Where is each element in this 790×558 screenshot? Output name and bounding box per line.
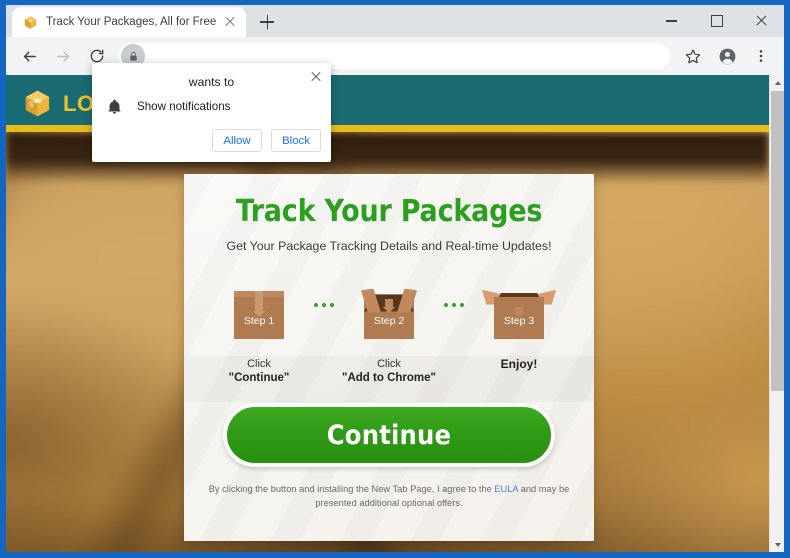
permission-request-label: Show notifications bbox=[137, 100, 231, 113]
steps-row: Step 1 Click "Continue" Step 2 Click "Ad… bbox=[184, 277, 594, 386]
browser-window-inner: Track Your Packages, All for Free Track … bbox=[6, 5, 784, 552]
step-caption-line2: "Add to Chrome" bbox=[342, 371, 436, 384]
page-subtitle: Get Your Package Tracking Details and Re… bbox=[226, 238, 552, 253]
step-item-2: Step 2 Click "Add to Chrome" bbox=[341, 277, 437, 386]
open-box-icon: Step 3 bbox=[482, 277, 556, 339]
tab-strip: Track Your Packages, All for Free bbox=[6, 5, 784, 37]
step-caption-2: Click "Add to Chrome" bbox=[342, 357, 436, 386]
dot bbox=[330, 302, 334, 307]
step-caption-line2: "Continue" bbox=[228, 371, 290, 384]
step-item-1: Step 1 Click "Continue" bbox=[211, 277, 307, 386]
step-badge: Step 3 bbox=[503, 314, 535, 327]
block-button[interactable]: Block bbox=[271, 129, 321, 152]
step-item-3: Step 3 Enjoy! bbox=[471, 277, 567, 372]
disclaimer-before: By clicking the button and installing th… bbox=[208, 484, 495, 495]
page-scrollbar[interactable] bbox=[769, 75, 784, 552]
scrollbar-thumb[interactable] bbox=[771, 91, 784, 391]
window-controls bbox=[649, 5, 784, 37]
account-avatar-icon[interactable] bbox=[712, 41, 742, 71]
step-caption-3: Enjoy! bbox=[501, 357, 538, 372]
dot bbox=[444, 302, 448, 307]
permission-request-row: Show notifications bbox=[106, 98, 230, 115]
tab-close-icon[interactable] bbox=[222, 14, 238, 30]
eula-link[interactable]: EULA bbox=[494, 484, 518, 494]
step-badge: Step 1 bbox=[243, 314, 275, 327]
browser-tab[interactable]: Track Your Packages, All for Free bbox=[12, 7, 247, 37]
back-button[interactable] bbox=[14, 41, 44, 71]
permission-popup-actions: Allow Block bbox=[212, 129, 321, 152]
new-tab-button[interactable] bbox=[253, 8, 281, 36]
step-separator-dots-1 bbox=[307, 302, 341, 307]
step-badge: Step 2 bbox=[373, 314, 405, 327]
package-box-logo-icon bbox=[22, 88, 53, 119]
continue-button-label: Continue bbox=[326, 419, 452, 451]
browser-window: Track Your Packages, All for Free Track … bbox=[0, 0, 790, 558]
maximize-button[interactable] bbox=[694, 5, 739, 37]
half-open-box-icon: Step 2 bbox=[358, 277, 420, 339]
disclaimer-text: By clicking the button and installing th… bbox=[184, 483, 594, 510]
step-separator-dots-2 bbox=[437, 302, 471, 307]
step-caption-line1: Click bbox=[247, 357, 271, 370]
continue-button[interactable]: Continue bbox=[223, 403, 555, 468]
forward-button[interactable] bbox=[48, 41, 78, 71]
promo-card: Track Your Packages Get Your Package Tra… bbox=[184, 174, 594, 541]
step-caption-1: Click "Continue" bbox=[229, 357, 290, 386]
dot bbox=[314, 302, 318, 307]
minimize-button[interactable] bbox=[649, 5, 694, 37]
dot bbox=[460, 302, 464, 307]
three-dot-menu-icon[interactable] bbox=[746, 41, 776, 71]
bell-notification-icon bbox=[106, 98, 123, 115]
package-box-favicon bbox=[23, 15, 38, 30]
step-caption-line1: Click bbox=[377, 357, 401, 370]
star-icon[interactable] bbox=[678, 41, 708, 71]
close-window-button[interactable] bbox=[739, 5, 784, 37]
scroll-up-arrow-icon[interactable] bbox=[770, 75, 784, 90]
allow-button[interactable]: Allow bbox=[212, 129, 262, 152]
tab-title: Track Your Packages, All for Free bbox=[46, 16, 217, 28]
page-title: Track Your Packages bbox=[235, 194, 543, 229]
notification-permission-popup: wants to Show notifications Allow Block bbox=[92, 63, 331, 162]
scroll-down-arrow-icon[interactable] bbox=[770, 537, 784, 552]
dot bbox=[322, 302, 326, 307]
closed-box-icon: Step 1 bbox=[228, 277, 290, 339]
dot bbox=[452, 302, 456, 307]
permission-popup-title: wants to bbox=[188, 75, 235, 89]
permission-popup-close-icon[interactable] bbox=[309, 70, 323, 84]
step-caption-line2: Enjoy! bbox=[500, 356, 538, 371]
